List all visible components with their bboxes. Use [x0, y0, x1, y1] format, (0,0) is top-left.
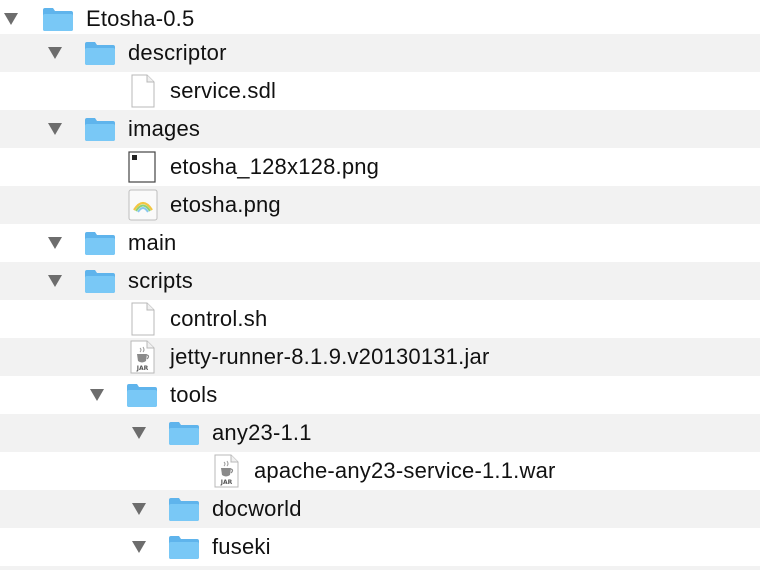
folder-icon [168, 534, 200, 560]
disclosure-triangle-icon[interactable] [90, 389, 104, 401]
document-icon [128, 74, 158, 108]
tree-item-label: etosha_128x128.png [170, 154, 380, 179]
tree-row-main[interactable]: main [0, 224, 760, 262]
tree-row-any23[interactable]: any23-1.1 [0, 414, 760, 452]
folder-icon [84, 40, 116, 66]
tree-item-label: main [128, 230, 177, 255]
tree-item-label: service.sdl [170, 78, 277, 103]
tree-item-label: apache-any23-service-1.1.war [254, 458, 556, 483]
tree-item-label: fuseki [212, 534, 271, 559]
folder-icon [168, 420, 200, 446]
tree-item-label: scripts [128, 268, 193, 293]
disclosure-triangle-icon[interactable] [132, 427, 146, 439]
tree-row-partial [0, 566, 760, 570]
tree-item-label: etosha.png [170, 192, 281, 217]
disclosure-triangle-icon[interactable] [48, 123, 62, 135]
tree-item-label: Etosha-0.5 [86, 6, 195, 31]
tree-item-label: docworld [212, 496, 302, 521]
tree-row-etosha[interactable]: Etosha-0.5 [0, 0, 760, 38]
tree-row-images[interactable]: images [0, 110, 760, 148]
tree-row-fuseki[interactable]: fuseki [0, 528, 760, 566]
tree-item-label: control.sh [170, 306, 268, 331]
file-tree: Etosha-0.5 descriptor service.sdl images… [0, 0, 760, 570]
folder-icon [84, 268, 116, 294]
image-file-icon [128, 150, 158, 184]
image-preview-icon [128, 188, 158, 222]
tree-row-scripts[interactable]: scripts [0, 262, 760, 300]
disclosure-triangle-icon[interactable] [132, 503, 146, 515]
tree-item-label: jetty-runner-8.1.9.v20130131.jar [170, 344, 490, 369]
tree-item-label: images [128, 116, 201, 141]
folder-icon [42, 6, 74, 32]
folder-icon [168, 496, 200, 522]
tree-row-tools[interactable]: tools [0, 376, 760, 414]
disclosure-triangle-icon[interactable] [4, 13, 18, 25]
document-icon [128, 302, 158, 336]
disclosure-triangle-icon[interactable] [48, 237, 62, 249]
tree-row-jetty-runner-jar[interactable]: JAR jetty-runner-8.1.9.v20130131.jar [0, 338, 760, 376]
tree-row-etosha-128-png[interactable]: etosha_128x128.png [0, 148, 760, 186]
jar-badge-text: JAR [136, 365, 149, 372]
tree-item-label: any23-1.1 [212, 420, 312, 445]
jar-badge-text: JAR [220, 479, 233, 486]
folder-icon [126, 382, 158, 408]
jar-file-icon: JAR [128, 340, 158, 374]
tree-row-docworld[interactable]: docworld [0, 490, 760, 528]
disclosure-triangle-icon[interactable] [48, 275, 62, 287]
disclosure-triangle-icon[interactable] [48, 47, 62, 59]
tree-row-etosha-png[interactable]: etosha.png [0, 186, 760, 224]
tree-item-label: tools [170, 382, 218, 407]
folder-icon [84, 116, 116, 142]
tree-row-control-sh[interactable]: control.sh [0, 300, 760, 338]
folder-icon [84, 230, 116, 256]
tree-row-descriptor[interactable]: descriptor [0, 34, 760, 72]
tree-row-service-sdl[interactable]: service.sdl [0, 72, 760, 110]
tree-item-label: descriptor [128, 40, 227, 65]
tree-row-apache-any23-war[interactable]: JAR apache-any23-service-1.1.war [0, 452, 760, 490]
disclosure-triangle-icon[interactable] [132, 541, 146, 553]
jar-file-icon: JAR [212, 454, 242, 488]
